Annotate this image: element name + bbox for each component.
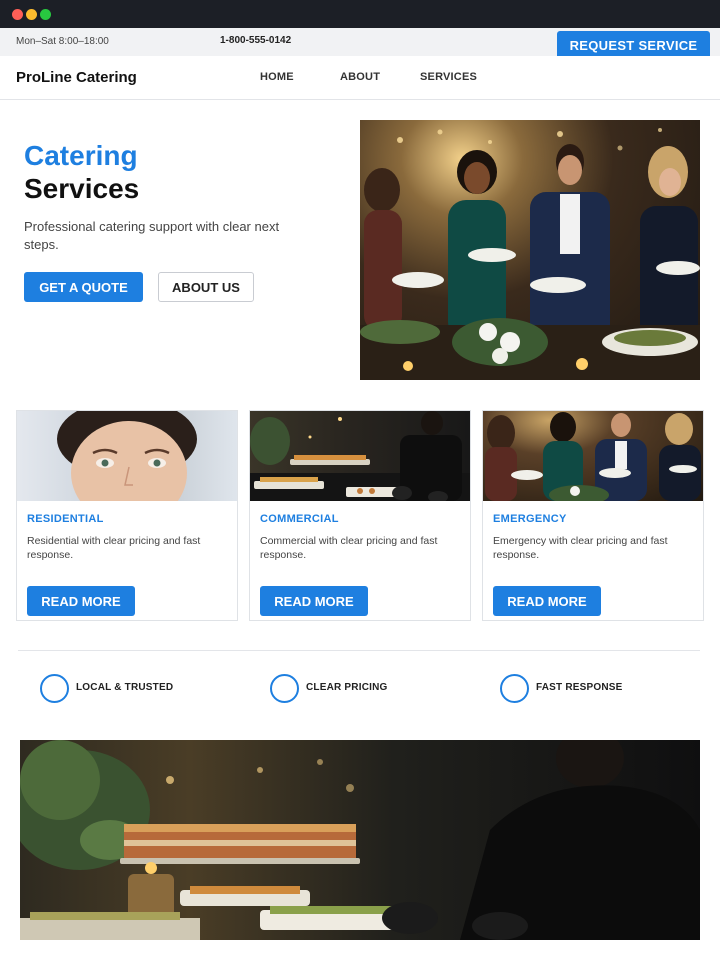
card-heading: COMMERCIAL bbox=[260, 513, 339, 525]
card-description: Residential with clear pricing and fast … bbox=[27, 535, 201, 561]
read-more-button[interactable]: READ MORE bbox=[493, 586, 601, 616]
circle-icon bbox=[270, 674, 299, 703]
window-titlebar bbox=[0, 0, 720, 28]
business-hours: Mon–Sat 8:00–18:00 bbox=[16, 36, 109, 47]
bottom-image-chef-plating bbox=[20, 740, 700, 940]
service-card-emergency: EMERGENCY Emergency with clear pricing a… bbox=[482, 410, 704, 621]
hero-image-guests-at-buffet bbox=[360, 120, 700, 380]
hero-subtitle: Professional catering support with clear… bbox=[24, 219, 280, 252]
service-card-residential: RESIDENTIAL Residential with clear prici… bbox=[16, 410, 238, 621]
card-description: Emergency with clear pricing and fast re… bbox=[493, 535, 668, 561]
hero-title: Services bbox=[24, 173, 140, 204]
read-more-button[interactable]: READ MORE bbox=[27, 586, 135, 616]
card-image-guests-at-buffet bbox=[483, 411, 703, 501]
card-heading: EMERGENCY bbox=[493, 513, 567, 525]
nav-link-services[interactable]: SERVICES bbox=[420, 71, 477, 83]
nav-link-about[interactable]: ABOUT bbox=[340, 71, 380, 83]
hero-title-accent: Catering bbox=[24, 140, 138, 171]
card-image-smiling-woman bbox=[17, 411, 237, 501]
feature-label-fast-response: FAST RESPONSE bbox=[536, 682, 623, 693]
main-navbar: ProLine Catering HOME ABOUT SERVICES bbox=[0, 56, 720, 100]
feature-label-local-trusted: LOCAL & TRUSTED bbox=[76, 682, 174, 693]
maximize-window-icon[interactable] bbox=[40, 9, 51, 20]
read-more-button[interactable]: READ MORE bbox=[260, 586, 368, 616]
circle-icon bbox=[40, 674, 69, 703]
nav-link-home[interactable]: HOME bbox=[260, 71, 294, 83]
card-heading: RESIDENTIAL bbox=[27, 513, 104, 525]
brand-logo-text[interactable]: ProLine Catering bbox=[16, 69, 137, 86]
minimize-window-icon[interactable] bbox=[26, 9, 37, 20]
close-window-icon[interactable] bbox=[12, 9, 23, 20]
about-us-button[interactable]: ABOUT US bbox=[158, 272, 254, 302]
circle-icon bbox=[500, 674, 529, 703]
get-a-quote-button[interactable]: GET A QUOTE bbox=[24, 272, 143, 302]
service-card-commercial: COMMERCIAL Commercial with clear pricing… bbox=[249, 410, 471, 621]
card-image-chef-canapes bbox=[250, 411, 470, 501]
request-service-button[interactable]: REQUEST SERVICE bbox=[557, 31, 710, 59]
section-divider bbox=[18, 650, 700, 651]
phone-number[interactable]: 1-800-555-0142 bbox=[220, 35, 291, 46]
card-description: Commercial with clear pricing and fast r… bbox=[260, 535, 438, 561]
feature-label-clear-pricing: CLEAR PRICING bbox=[306, 682, 388, 693]
